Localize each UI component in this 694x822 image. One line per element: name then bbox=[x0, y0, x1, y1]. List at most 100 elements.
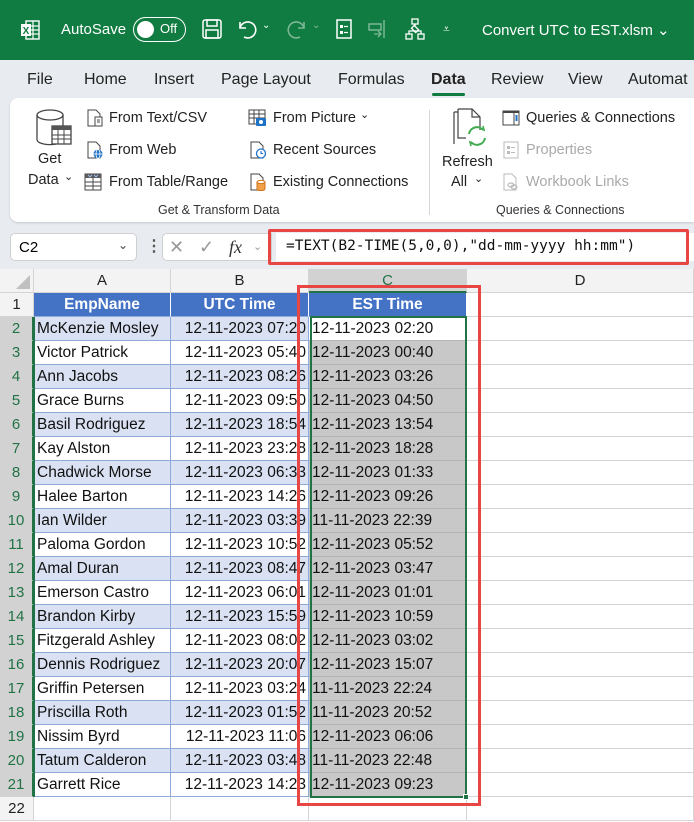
row-header-11[interactable]: 11 bbox=[0, 533, 34, 557]
empty-cell[interactable] bbox=[467, 557, 694, 581]
utc-time-cell[interactable]: 12-11-2023 14:23 bbox=[171, 773, 309, 797]
row-header-5[interactable]: 5 bbox=[0, 389, 34, 413]
undo-dropdown-icon[interactable]: ⌄ bbox=[262, 20, 270, 31]
est-time-cell[interactable]: 12-11-2023 18:28 bbox=[309, 437, 467, 461]
empty-cell[interactable] bbox=[171, 797, 309, 821]
empty-cell[interactable] bbox=[467, 509, 694, 533]
est-time-cell[interactable]: 12-11-2023 03:26 bbox=[309, 365, 467, 389]
row-header-6[interactable]: 6 bbox=[0, 413, 34, 437]
utc-time-cell[interactable]: 12-11-2023 09:50 bbox=[171, 389, 309, 413]
tab-review[interactable]: Review bbox=[491, 71, 543, 89]
tab-insert[interactable]: Insert bbox=[154, 71, 194, 89]
column-header-b[interactable]: B bbox=[171, 269, 309, 293]
column-header-c[interactable]: C bbox=[309, 269, 467, 293]
row-header-2[interactable]: 2 bbox=[0, 317, 34, 341]
empty-cell[interactable] bbox=[467, 677, 694, 701]
emp-name-cell[interactable]: Ann Jacobs bbox=[34, 365, 171, 389]
row-header-1[interactable]: 1 bbox=[0, 293, 34, 317]
row-header-3[interactable]: 3 bbox=[0, 341, 34, 365]
est-time-cell[interactable]: 11-11-2023 22:39 bbox=[309, 509, 467, 533]
utc-time-cell[interactable]: 12-11-2023 20:07 bbox=[171, 653, 309, 677]
emp-name-cell[interactable]: Grace Burns bbox=[34, 389, 171, 413]
emp-name-cell[interactable]: Fitzgerald Ashley bbox=[34, 629, 171, 653]
row-header-18[interactable]: 18 bbox=[0, 701, 34, 725]
fx-dropdown-icon[interactable]: ⌄ bbox=[253, 240, 262, 253]
emp-name-cell[interactable]: Kay Alston bbox=[34, 437, 171, 461]
empty-cell[interactable] bbox=[467, 413, 694, 437]
empty-cell[interactable] bbox=[467, 317, 694, 341]
emp-name-cell[interactable]: Victor Patrick bbox=[34, 341, 171, 365]
utc-time-cell[interactable]: 12-11-2023 06:01 bbox=[171, 581, 309, 605]
empty-cell[interactable] bbox=[467, 461, 694, 485]
est-time-cell[interactable]: 11-11-2023 22:24 bbox=[309, 677, 467, 701]
utc-time-cell[interactable]: 12-11-2023 01:52 bbox=[171, 701, 309, 725]
empty-cell[interactable] bbox=[34, 797, 171, 821]
tab-automate[interactable]: Automat bbox=[628, 71, 688, 89]
enter-icon[interactable]: ✓ bbox=[199, 237, 214, 258]
empty-cell[interactable] bbox=[467, 533, 694, 557]
utc-time-cell[interactable]: 12-11-2023 03:39 bbox=[171, 509, 309, 533]
emp-name-cell[interactable]: Ian Wilder bbox=[34, 509, 171, 533]
row-header-17[interactable]: 17 bbox=[0, 677, 34, 701]
save-icon[interactable] bbox=[201, 18, 223, 40]
empty-cell[interactable] bbox=[467, 341, 694, 365]
est-time-cell[interactable]: 12-11-2023 10:59 bbox=[309, 605, 467, 629]
column-header-d[interactable]: D bbox=[467, 269, 694, 293]
row-header-9[interactable]: 9 bbox=[0, 485, 34, 509]
est-time-cell[interactable]: 12-11-2023 06:06 bbox=[309, 725, 467, 749]
emp-name-cell[interactable]: Paloma Gordon bbox=[34, 533, 171, 557]
utc-time-cell[interactable]: 12-11-2023 08:47 bbox=[171, 557, 309, 581]
column-header-a[interactable]: A bbox=[34, 269, 171, 293]
empty-cell[interactable] bbox=[467, 653, 694, 677]
empty-cell[interactable] bbox=[467, 749, 694, 773]
cancel-icon[interactable]: ✕ bbox=[169, 237, 184, 258]
est-time-cell[interactable]: 12-11-2023 01:01 bbox=[309, 581, 467, 605]
table-header-cell[interactable]: EST Time bbox=[309, 293, 467, 317]
emp-name-cell[interactable]: Griffin Petersen bbox=[34, 677, 171, 701]
empty-cell[interactable] bbox=[309, 797, 467, 821]
est-time-cell[interactable]: 11-11-2023 22:48 bbox=[309, 749, 467, 773]
row-header-10[interactable]: 10 bbox=[0, 509, 34, 533]
est-time-cell[interactable]: 12-11-2023 02:20 bbox=[309, 317, 467, 341]
select-all-corner[interactable] bbox=[0, 269, 34, 293]
row-header-14[interactable]: 14 bbox=[0, 605, 34, 629]
form-icon[interactable] bbox=[333, 18, 355, 40]
est-time-cell[interactable]: 12-11-2023 03:47 bbox=[309, 557, 467, 581]
est-time-cell[interactable]: 12-11-2023 09:23 bbox=[309, 773, 467, 797]
est-time-cell[interactable]: 12-11-2023 03:02 bbox=[309, 629, 467, 653]
est-time-cell[interactable]: 12-11-2023 05:52 bbox=[309, 533, 467, 557]
utc-time-cell[interactable]: 12-11-2023 08:26 bbox=[171, 365, 309, 389]
empty-cell[interactable] bbox=[467, 725, 694, 749]
est-time-cell[interactable]: 12-11-2023 13:54 bbox=[309, 413, 467, 437]
emp-name-cell[interactable]: Priscilla Roth bbox=[34, 701, 171, 725]
emp-name-cell[interactable]: Tatum Calderon bbox=[34, 749, 171, 773]
empty-cell[interactable] bbox=[467, 629, 694, 653]
emp-name-cell[interactable]: McKenzie Mosley bbox=[34, 317, 171, 341]
row-header-16[interactable]: 16 bbox=[0, 653, 34, 677]
emp-name-cell[interactable]: Dennis Rodriguez bbox=[34, 653, 171, 677]
row-header-7[interactable]: 7 bbox=[0, 437, 34, 461]
emp-name-cell[interactable]: Emerson Castro bbox=[34, 581, 171, 605]
tab-data[interactable]: Data bbox=[431, 71, 466, 96]
emp-name-cell[interactable]: Basil Rodriguez bbox=[34, 413, 171, 437]
name-box[interactable]: C2 ⌄ bbox=[10, 233, 137, 261]
est-time-cell[interactable]: 12-11-2023 01:33 bbox=[309, 461, 467, 485]
undo-icon[interactable] bbox=[236, 18, 258, 40]
empty-cell[interactable] bbox=[467, 389, 694, 413]
emp-name-cell[interactable]: Chadwick Morse bbox=[34, 461, 171, 485]
autosave-toggle[interactable]: Off bbox=[133, 17, 186, 42]
est-time-cell[interactable]: 12-11-2023 04:50 bbox=[309, 389, 467, 413]
utc-time-cell[interactable]: 12-11-2023 11:06 bbox=[171, 725, 309, 749]
row-header-13[interactable]: 13 bbox=[0, 581, 34, 605]
utc-time-cell[interactable]: 12-11-2023 10:52 bbox=[171, 533, 309, 557]
emp-name-cell[interactable]: Brandon Kirby bbox=[34, 605, 171, 629]
empty-cell[interactable] bbox=[467, 605, 694, 629]
hierarchy-icon[interactable] bbox=[404, 18, 426, 40]
utc-time-cell[interactable]: 12-11-2023 18:54 bbox=[171, 413, 309, 437]
emp-name-cell[interactable]: Amal Duran bbox=[34, 557, 171, 581]
utc-time-cell[interactable]: 12-11-2023 03:24 bbox=[171, 677, 309, 701]
utc-time-cell[interactable]: 12-11-2023 07:20 bbox=[171, 317, 309, 341]
emp-name-cell[interactable]: Halee Barton bbox=[34, 485, 171, 509]
tab-formulas[interactable]: Formulas bbox=[338, 71, 405, 89]
empty-cell[interactable] bbox=[467, 485, 694, 509]
